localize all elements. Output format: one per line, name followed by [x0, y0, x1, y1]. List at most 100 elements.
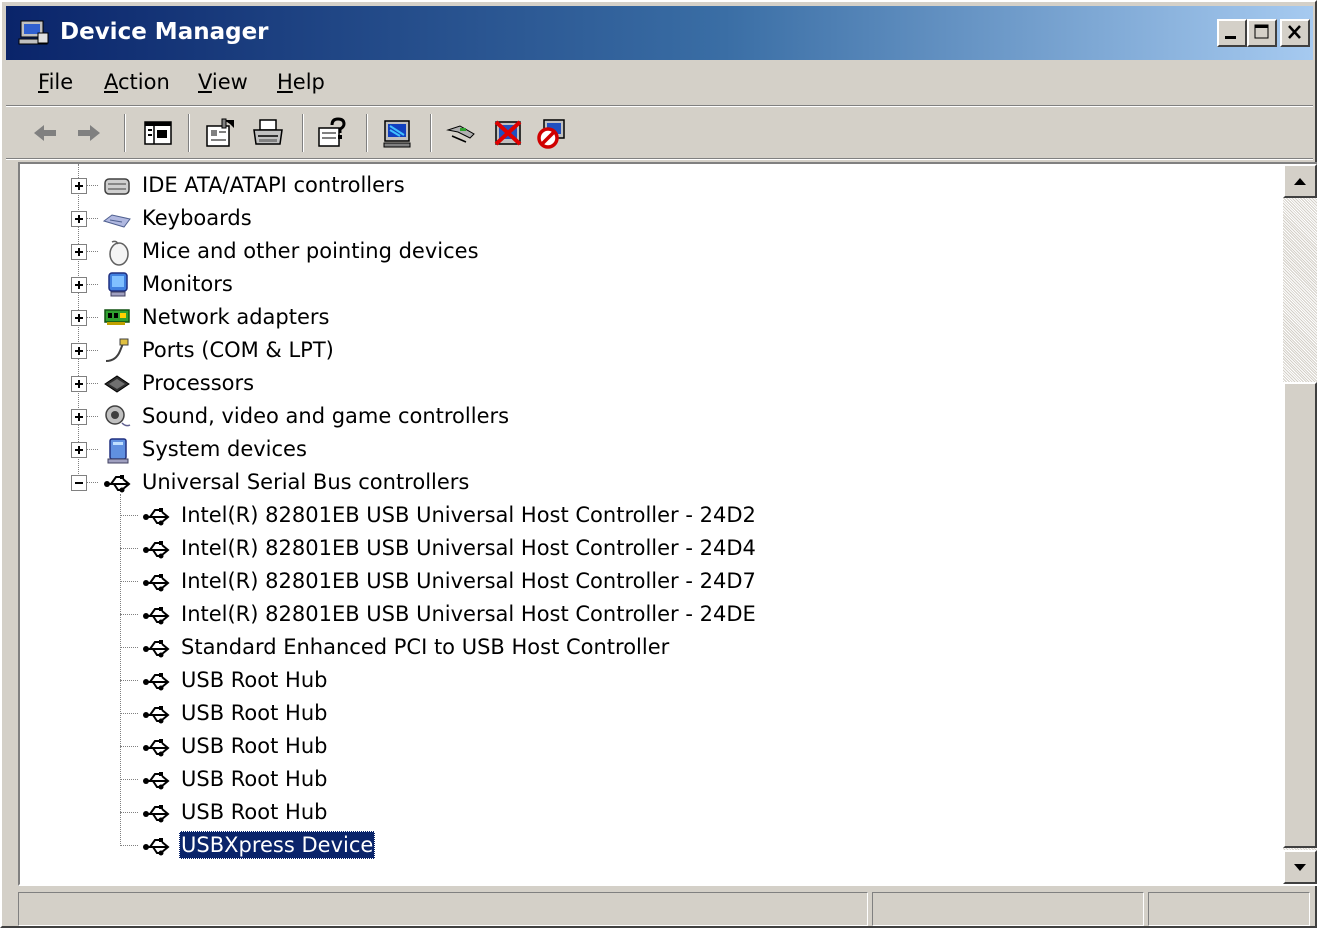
menu-action[interactable]: Action: [104, 68, 170, 96]
usb-icon: [143, 640, 170, 658]
show-hide-tree-button[interactable]: [140, 116, 176, 150]
tree-label: Standard Enhanced PCI to USB Host Contro…: [181, 635, 670, 659]
expand-toggle[interactable]: [71, 310, 87, 326]
status-panel-2: [872, 892, 1144, 926]
help-button[interactable]: [314, 116, 350, 150]
usb-icon: [143, 541, 170, 559]
processor-icon: [104, 375, 130, 393]
close-icon: [1288, 25, 1301, 39]
tree-label: Intel(R) 82801EB USB Universal Host Cont…: [181, 503, 756, 527]
usb-icon: [143, 706, 170, 724]
forward-button[interactable]: [70, 116, 106, 150]
toolbar-separator: [302, 114, 304, 152]
expand-toggle[interactable]: [71, 277, 87, 293]
update-driver-button[interactable]: [444, 116, 480, 150]
minimize-button[interactable]: [1217, 19, 1247, 47]
scroll-up-button[interactable]: [1283, 164, 1317, 198]
menu-help-label: elp: [292, 70, 325, 94]
disable-button[interactable]: [534, 116, 570, 150]
maximize-icon: [1254, 24, 1269, 39]
tree-line: [120, 845, 138, 846]
toolbar-separator: [124, 114, 126, 152]
usb-icon: [143, 838, 170, 856]
tree-label: Processors: [142, 371, 255, 395]
toolbar-separator: [366, 114, 368, 152]
back-icon: [34, 125, 56, 141]
arrow-up-icon: [1294, 178, 1306, 185]
device-manager-icon: [18, 20, 49, 45]
tree-label: Network adapters: [142, 305, 330, 329]
tree-label: System devices: [142, 437, 307, 461]
usb-icon: [143, 673, 170, 691]
expand-toggle[interactable]: [71, 409, 87, 425]
tree-label: Ports (COM & LPT): [142, 338, 334, 362]
menu-help-accesskey: H: [277, 70, 293, 94]
mouse-icon: [109, 240, 129, 266]
tree-label: Intel(R) 82801EB USB Universal Host Cont…: [181, 569, 756, 593]
tree-label: USB Root Hub: [181, 701, 328, 725]
ide-controller-icon: [104, 178, 130, 195]
print-icon: [253, 119, 283, 145]
device-tree[interactable]: IDE ATA/ATAPI controllers Keyboards Mice…: [18, 162, 1317, 886]
menu-separator: [6, 105, 1313, 107]
expand-toggle[interactable]: [71, 211, 87, 227]
toolbar-separator-line: [6, 158, 1313, 160]
device-manager-window: Device Manager File Action View Help IDE…: [0, 0, 1317, 928]
menu-view-label: iew: [211, 70, 248, 94]
expand-toggle[interactable]: [71, 376, 87, 392]
minimize-icon: [1225, 36, 1236, 39]
usb-icon: [143, 508, 170, 526]
menu-file[interactable]: File: [38, 68, 73, 96]
tree-label: Sound, video and game controllers: [142, 404, 510, 428]
tree-line: [120, 548, 138, 549]
network-adapter-icon: [104, 309, 130, 325]
keyboard-icon: [102, 214, 131, 228]
scroll-down-button[interactable]: [1283, 850, 1317, 884]
help-icon: [318, 117, 346, 147]
tree-line: [120, 494, 121, 844]
close-button[interactable]: [1280, 19, 1310, 47]
disable-icon: [537, 119, 565, 149]
arrow-down-icon: [1294, 864, 1306, 871]
maximize-button[interactable]: [1247, 19, 1277, 47]
device-tree-view: IDE ATA/ATAPI controllers Keyboards Mice…: [20, 164, 1283, 884]
tree-label: Mice and other pointing devices: [142, 239, 479, 263]
menu-action-label: ction: [118, 70, 170, 94]
show-hide-tree-icon: [144, 121, 172, 145]
update-driver-icon: [446, 125, 475, 143]
expand-toggle[interactable]: [71, 442, 87, 458]
tree-line: [120, 515, 138, 516]
properties-button[interactable]: [202, 116, 238, 150]
tree-line: [120, 713, 138, 714]
collapse-toggle[interactable]: [71, 475, 87, 491]
uninstall-button[interactable]: [490, 116, 526, 150]
uninstall-icon: [494, 120, 522, 146]
tree-label: Universal Serial Bus controllers: [142, 470, 470, 494]
expand-toggle[interactable]: [71, 178, 87, 194]
expand-toggle[interactable]: [71, 343, 87, 359]
status-panel-3: [1148, 892, 1310, 926]
tree-line: [120, 746, 138, 747]
vertical-scrollbar[interactable]: [1283, 164, 1317, 884]
print-button[interactable]: [250, 116, 286, 150]
scan-hardware-icon: [383, 120, 411, 148]
scrollbar-thumb[interactable]: [1283, 382, 1317, 848]
title-bar[interactable]: Device Manager: [6, 6, 1313, 60]
port-icon: [105, 338, 129, 362]
tree-label: USB Root Hub: [181, 668, 328, 692]
status-bar: [6, 890, 1313, 926]
back-button[interactable]: [28, 116, 64, 150]
toolbar-separator: [430, 114, 432, 152]
usb-icon: [143, 739, 170, 757]
tree-label: USB Root Hub: [181, 800, 328, 824]
usb-icon: [104, 475, 131, 493]
menu-view[interactable]: View: [198, 68, 248, 96]
tree-line: [120, 614, 138, 615]
scan-hardware-button[interactable]: [380, 116, 416, 150]
tree-label: Intel(R) 82801EB USB Universal Host Cont…: [181, 536, 756, 560]
usb-icon: [143, 772, 170, 790]
properties-icon: [206, 118, 234, 147]
menu-help[interactable]: Help: [277, 68, 325, 96]
tree-line: [120, 647, 138, 648]
expand-toggle[interactable]: [71, 244, 87, 260]
